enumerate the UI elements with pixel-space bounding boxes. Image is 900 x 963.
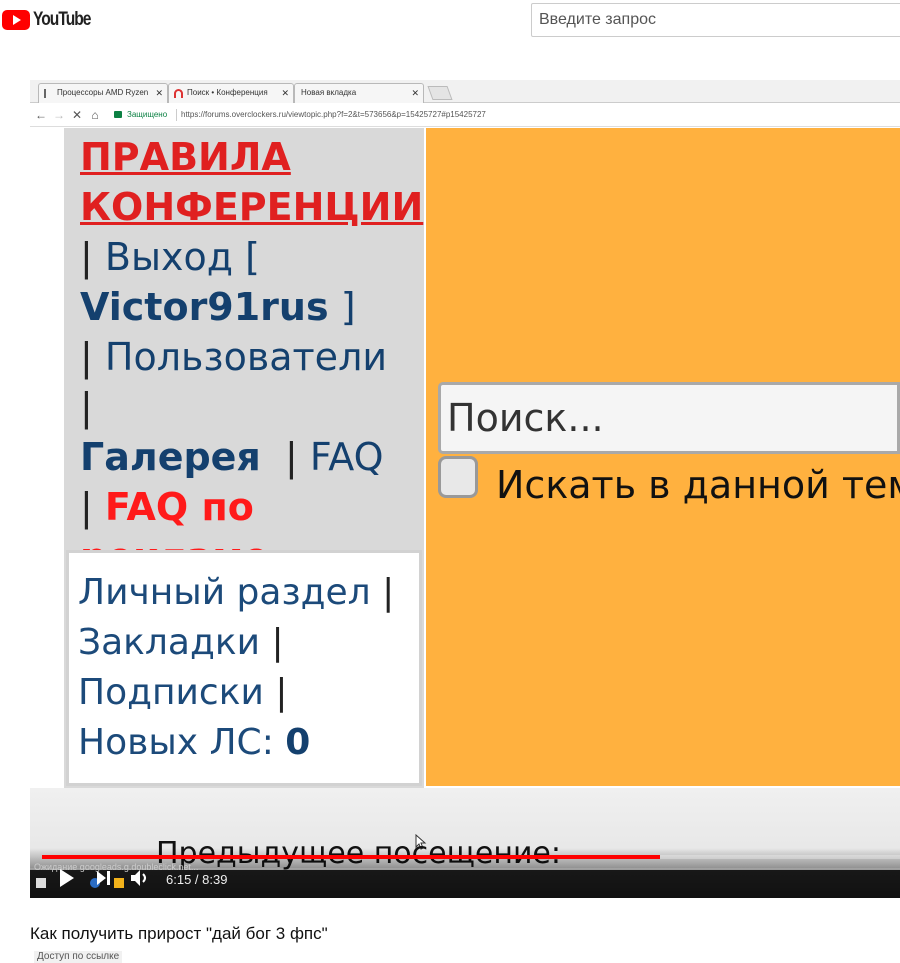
windows-taskbar xyxy=(30,870,900,898)
youtube-play-icon xyxy=(2,10,30,30)
bookmarks-link[interactable]: Закладки xyxy=(78,622,260,663)
home-icon[interactable]: ⌂ xyxy=(88,107,102,123)
tab-favicon-icon xyxy=(44,89,53,98)
subscriptions-link[interactable]: Подписки xyxy=(78,672,264,713)
browser-tab-new[interactable]: Новая вкладка ✕ xyxy=(294,83,424,103)
progress-bar-fill xyxy=(42,855,660,859)
new-tab-button[interactable] xyxy=(427,86,453,100)
volume-icon[interactable] xyxy=(130,869,152,887)
browser-tab-ryzen[interactable]: Процессоры AMD Ryzen ✕ xyxy=(38,83,168,103)
faq-link[interactable]: FAQ xyxy=(310,435,384,479)
forum-page: ПРАВИЛА КОНФЕРЕНЦИИ | Выход [ Victor91rus… xyxy=(30,128,900,868)
lock-icon xyxy=(114,111,122,118)
play-button[interactable] xyxy=(58,868,76,888)
access-badge: Доступ по ссылке xyxy=(34,951,123,963)
youtube-logo[interactable]: YouTube xyxy=(2,9,103,31)
time-separator: / xyxy=(191,872,203,887)
stop-icon[interactable]: ✕ xyxy=(70,107,84,123)
personal-section-link[interactable]: Личный раздел xyxy=(78,572,371,613)
browser-tab-search[interactable]: Поиск • Конференция ✕ xyxy=(168,83,294,103)
search-in-topic-checkbox[interactable] xyxy=(438,456,478,498)
secure-label: Защищено xyxy=(127,110,168,119)
tab-close-icon[interactable]: ✕ xyxy=(411,84,419,102)
time-display: 6:15 / 8:39 xyxy=(166,872,227,887)
forward-icon[interactable]: → xyxy=(52,107,66,123)
youtube-logo-text: YouTube xyxy=(33,9,91,30)
gallery-link[interactable]: Галерея xyxy=(80,435,261,479)
forum-search-input[interactable]: Поиск... xyxy=(438,382,900,454)
video-player[interactable]: Процессоры AMD Ryzen ✕ Поиск • Конференц… xyxy=(30,80,900,898)
tab-close-icon[interactable]: ✕ xyxy=(281,84,289,102)
pm-count: 0 xyxy=(285,722,311,763)
youtube-header: YouTube Введите запрос xyxy=(0,0,900,50)
tab-close-icon[interactable]: ✕ xyxy=(155,84,163,102)
video-title[interactable]: Как получить прирост "дай бог 3 фпс" xyxy=(30,924,328,944)
time-current: 6:15 xyxy=(166,872,192,887)
time-total: 8:39 xyxy=(202,872,228,887)
rules-link[interactable]: ПРАВИЛА КОНФЕРЕНЦИИ xyxy=(80,135,423,229)
tab-label: Новая вкладка xyxy=(301,88,357,97)
browser-tab-strip: Процессоры AMD Ryzen ✕ Поиск • Конференц… xyxy=(30,80,900,103)
search-in-topic-label: Искать в данной теме xyxy=(496,463,900,507)
username-link[interactable]: Victor91rus xyxy=(80,285,329,329)
users-link[interactable]: Пользователи xyxy=(105,335,387,379)
browser-address-bar: ← → ✕ ⌂ Защищено https://forums.overcloc… xyxy=(30,103,900,127)
taskbar-folder-icon xyxy=(114,878,124,888)
logout-link[interactable]: Выход [ xyxy=(105,235,260,279)
private-messages-link[interactable]: Новых ЛС: xyxy=(78,722,274,763)
tab-label: Поиск • Конференция xyxy=(187,88,268,97)
windows-start-icon xyxy=(36,878,46,888)
next-button[interactable] xyxy=(96,870,112,886)
forum-nav-links: ПРАВИЛА КОНФЕРЕНЦИИ | Выход [ Victor91rus… xyxy=(80,132,423,582)
address-divider xyxy=(176,109,177,121)
forum-header-banner xyxy=(426,128,900,786)
back-icon[interactable]: ← xyxy=(34,107,48,123)
tab-label: Процессоры AMD Ryzen xyxy=(57,88,149,97)
user-links: Личный раздел | Закладки | Подписки | Но… xyxy=(78,572,395,763)
logout-bracket: ] xyxy=(340,285,356,329)
youtube-search-input[interactable]: Введите запрос xyxy=(531,3,900,37)
overclockers-favicon-icon xyxy=(174,89,183,98)
url-field[interactable]: https://forums.overclockers.ru/viewtopic… xyxy=(181,108,486,122)
